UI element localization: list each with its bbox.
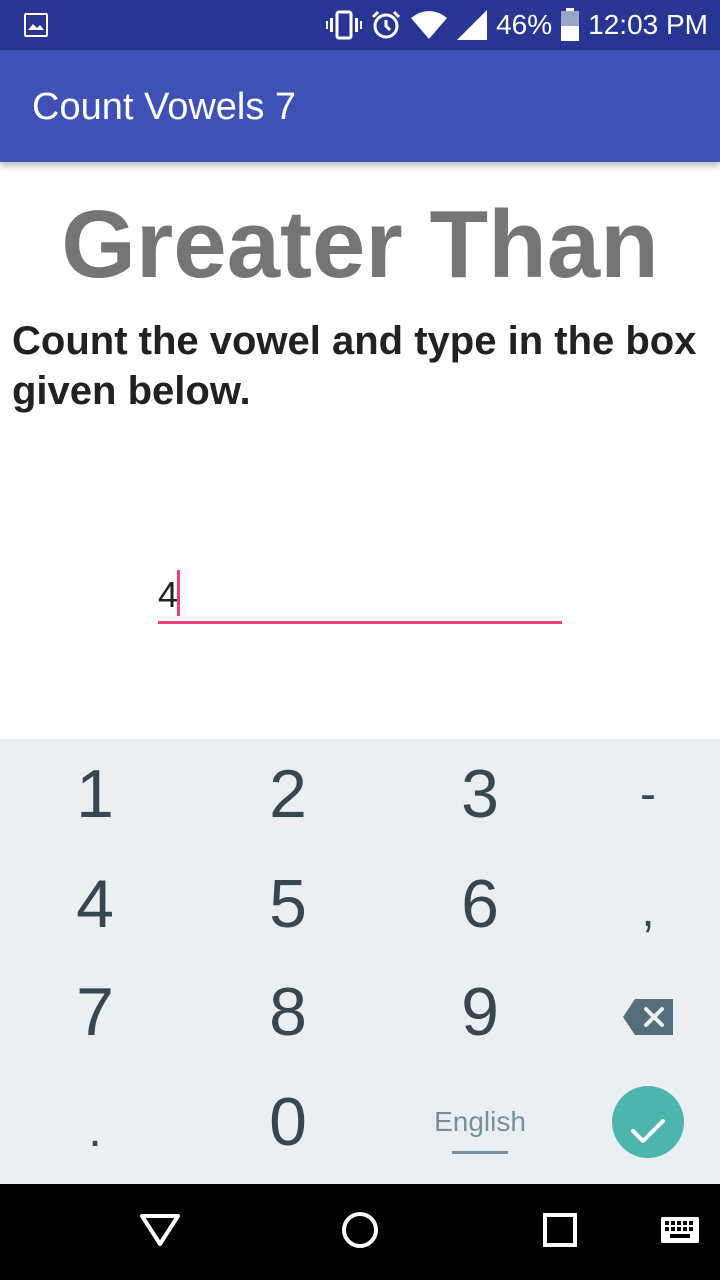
key-0[interactable]: 0 xyxy=(198,1067,378,1177)
language-underline xyxy=(452,1151,508,1154)
key-1[interactable]: 1 xyxy=(5,739,185,849)
language-label: English xyxy=(434,1106,526,1137)
backspace-icon xyxy=(623,973,673,1051)
app-title: Count Vowels 7 xyxy=(32,86,297,128)
keyboard-switch-button[interactable] xyxy=(620,1184,720,1280)
navigation-bar xyxy=(0,1184,720,1280)
done-button[interactable] xyxy=(612,1086,684,1158)
back-icon xyxy=(139,1213,181,1252)
battery-percent: 46% xyxy=(496,9,553,40)
key-8[interactable]: 8 xyxy=(198,957,378,1067)
key-9[interactable]: 9 xyxy=(390,957,570,1067)
vibrate-icon xyxy=(326,10,363,40)
wifi-icon xyxy=(410,10,448,40)
back-button[interactable] xyxy=(100,1184,220,1280)
home-icon xyxy=(341,1211,379,1254)
status-bar: 46% 12:03 PM xyxy=(0,0,720,50)
answer-input[interactable]: 4 xyxy=(158,568,562,624)
language-key[interactable]: English xyxy=(390,1067,570,1177)
key-comma[interactable]: , xyxy=(558,855,720,965)
answer-value: 4 xyxy=(158,574,179,615)
recents-button[interactable] xyxy=(500,1184,620,1280)
key-2[interactable]: 2 xyxy=(198,739,378,849)
battery-icon xyxy=(560,8,580,42)
word-heading: Greater Than xyxy=(61,191,659,298)
key-4[interactable]: 4 xyxy=(5,849,185,959)
key-minus[interactable]: - xyxy=(558,739,720,849)
instruction-text: Count the vowel and type in the box give… xyxy=(12,319,697,413)
app-bar: Count Vowels 7 xyxy=(0,50,720,162)
backspace-key[interactable] xyxy=(558,957,720,1067)
image-icon xyxy=(24,13,48,37)
home-button[interactable] xyxy=(300,1184,420,1280)
recents-icon xyxy=(543,1212,577,1252)
key-7[interactable]: 7 xyxy=(5,957,185,1067)
done-key[interactable] xyxy=(558,1067,720,1177)
alarm-icon xyxy=(370,9,402,41)
key-5[interactable]: 5 xyxy=(198,849,378,959)
text-cursor xyxy=(177,570,180,616)
key-6[interactable]: 6 xyxy=(390,849,570,959)
key-3[interactable]: 3 xyxy=(390,739,570,849)
status-icons: 46% 12:03 PM xyxy=(326,0,708,50)
checkmark-icon xyxy=(630,1083,666,1161)
keyboard-icon xyxy=(660,1216,700,1249)
signal-icon xyxy=(456,9,488,41)
clock-time: 12:03 PM xyxy=(588,9,708,40)
key-period[interactable]: . xyxy=(5,1075,185,1185)
